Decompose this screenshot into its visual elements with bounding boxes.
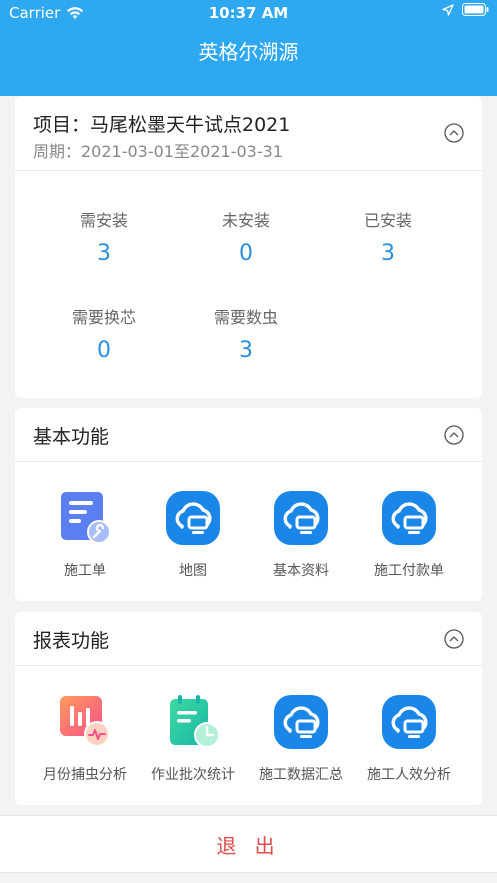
- cloud-device-icon: [274, 491, 328, 545]
- stat-value: 0: [239, 241, 253, 266]
- work-order-icon: [61, 492, 111, 544]
- chevron-up-icon[interactable]: [444, 629, 464, 649]
- function-tile-work-order[interactable]: 施工单: [31, 490, 139, 580]
- basic-functions-card: 基本功能 施工单 地图 基本资料 施工付款单: [15, 408, 482, 601]
- logout-button[interactable]: 退 出: [0, 815, 497, 873]
- stat-need-install: 需安装 3: [34, 207, 174, 266]
- battery-icon: [462, 3, 489, 16]
- location-arrow-icon: [442, 3, 454, 16]
- tile-label: 施工人效分析: [367, 767, 451, 783]
- project-title: 项目：马尾松墨天牛试点2021: [33, 114, 291, 136]
- report-tile-data-summary[interactable]: 施工数据汇总: [247, 694, 355, 784]
- stat-label: 需安装: [79, 211, 128, 230]
- stat-label: 需要换芯: [71, 308, 136, 327]
- batch-clipboard-icon: [170, 695, 220, 748]
- tile-label: 基本资料: [273, 563, 329, 579]
- basic-functions-header: 基本功能: [15, 408, 482, 462]
- stat-value: 0: [97, 338, 111, 363]
- status-time: 10:37 AM: [208, 4, 289, 22]
- stat-not-installed: 未安装 0: [176, 207, 316, 266]
- stat-need-count-insects: 需要数虫 3: [176, 304, 316, 363]
- chevron-up-icon[interactable]: [444, 425, 464, 445]
- cloud-device-icon: [382, 491, 436, 545]
- tile-label: 地图: [179, 563, 207, 579]
- tile-label: 施工单: [64, 563, 106, 579]
- project-card: 项目：马尾松墨天牛试点2021 周期：2021-03-01至2021-03-31…: [15, 96, 482, 398]
- report-tile-batch-stats[interactable]: 作业批次统计: [139, 694, 247, 784]
- tile-label: 作业批次统计: [151, 767, 235, 783]
- stat-need-replace-core: 需要换芯 0: [34, 304, 174, 363]
- function-tile-map[interactable]: 地图: [139, 490, 247, 580]
- page-title: 英格尔溯源: [198, 40, 299, 64]
- function-tile-payment-order[interactable]: 施工付款单: [355, 490, 463, 580]
- cloud-device-icon: [166, 491, 220, 545]
- section-title: 基本功能: [33, 426, 110, 448]
- function-tile-basic-info[interactable]: 基本资料: [247, 490, 355, 580]
- report-functions-header: 报表功能: [15, 612, 482, 666]
- stat-label: 未安装: [221, 211, 270, 230]
- app-header: Carrier 10:37 AM 英格尔溯源: [0, 0, 497, 96]
- report-functions-card: 报表功能 月份捕虫分析 作业批次统计 施工数据汇总 施工人效分析: [15, 612, 482, 805]
- tile-label: 施工付款单: [374, 563, 444, 579]
- report-tile-monthly-capture[interactable]: 月份捕虫分析: [31, 694, 139, 784]
- stat-label: 已安装: [363, 211, 412, 230]
- tile-label: 施工数据汇总: [259, 767, 343, 783]
- stat-installed: 已安装 3: [318, 207, 458, 266]
- stat-value: 3: [239, 338, 253, 363]
- section-title: 报表功能: [33, 630, 110, 652]
- project-card-header: 项目：马尾松墨天牛试点2021 周期：2021-03-01至2021-03-31: [15, 96, 482, 171]
- tile-label: 月份捕虫分析: [43, 767, 127, 783]
- chevron-up-icon[interactable]: [444, 123, 464, 143]
- stat-value: 3: [381, 241, 395, 266]
- cloud-device-icon: [274, 695, 328, 749]
- report-tile-efficiency[interactable]: 施工人效分析: [355, 694, 463, 784]
- status-bar: Carrier 10:37 AM: [0, 0, 497, 26]
- stat-value: 3: [97, 241, 111, 266]
- project-period: 周期：2021-03-01至2021-03-31: [33, 142, 283, 161]
- cloud-device-icon: [382, 695, 436, 749]
- monthly-chart-icon: [60, 696, 110, 747]
- stat-label: 需要数虫: [213, 308, 278, 327]
